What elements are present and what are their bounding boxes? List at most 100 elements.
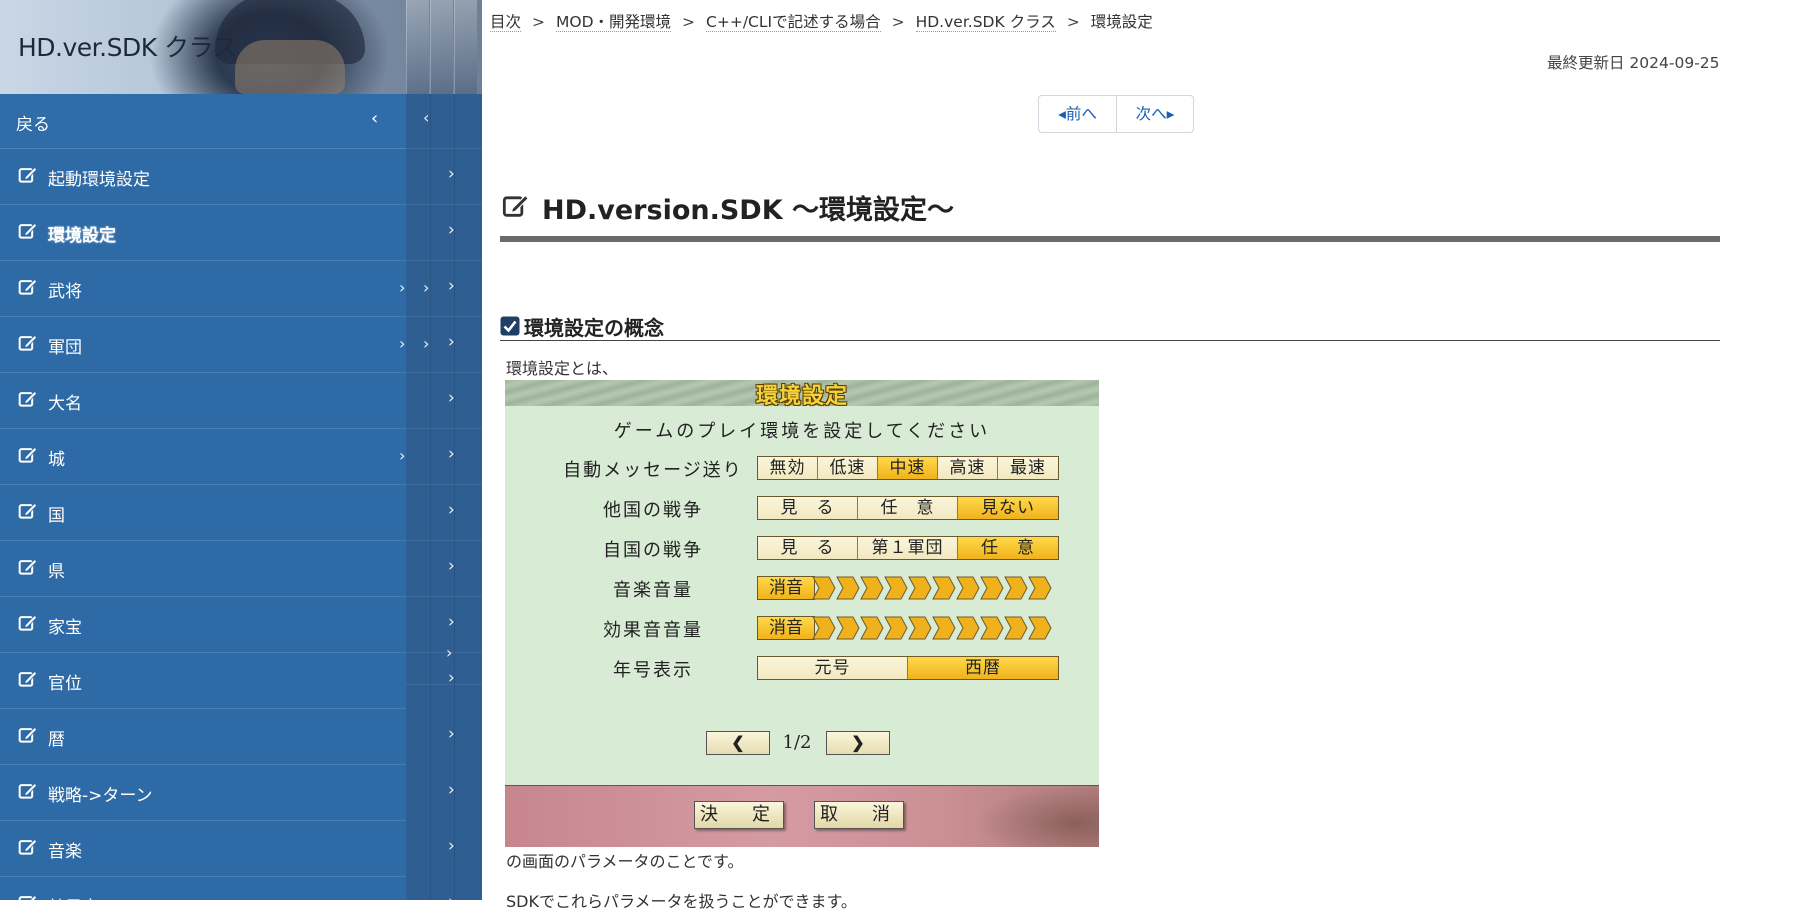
sidebar-item-label: 城 <box>48 450 65 470</box>
breadcrumb-link[interactable]: MOD・開発環境 <box>556 13 672 32</box>
page-title-block: HD.version.SDK ～環境設定～ <box>500 188 1720 242</box>
sidebar-item-label: 戦略->ターン <box>48 786 153 806</box>
sidebar-item-province[interactable]: 国 › <box>0 484 455 541</box>
auto-message-options: 無効 低速 中速 高速 最速 <box>757 456 1059 480</box>
sidebar-item-daimyo[interactable]: 大名 › <box>0 372 455 429</box>
sidebar-item-startup-settings[interactable]: 起動環境設定 › <box>0 148 455 205</box>
sidebar-item-label: 軍団 <box>48 338 82 358</box>
sidebar-back-button[interactable]: 戻る ‹ <box>0 94 406 149</box>
sidebar-item-prefecture[interactable]: 県 › <box>0 540 455 597</box>
sidebar-item-settings[interactable]: 環境設定 › <box>0 204 455 261</box>
dialog-option: 見 る <box>758 537 858 559</box>
dialog-option: 最速 <box>998 457 1058 479</box>
era-display-options: 元号 西暦 <box>757 656 1059 680</box>
chevron-right-icon: › <box>448 164 455 184</box>
volume-steps-graphic <box>812 576 1052 600</box>
breadcrumb-current: 環境設定 <box>1090 13 1153 31</box>
breadcrumb: 目次 > MOD・開発環境 > C++/CLIで記述する場合 > HD.ver.SDK クラ… <box>490 10 1153 32</box>
collapse-chevron-icon[interactable]: ‹ <box>423 108 429 127</box>
checkbox-checked-icon <box>500 316 520 336</box>
edit-icon <box>18 278 38 295</box>
dialog-cancel-button: 取 消 <box>814 801 904 829</box>
sidebar-item-strategy-turn[interactable]: 戦略->ターン › <box>0 764 455 821</box>
edit-icon <box>18 334 38 351</box>
dialog-titlebar: 環境設定 <box>505 380 1099 409</box>
volume-step <box>956 576 980 600</box>
sidebar-item-label: 環境設定 <box>48 226 116 246</box>
edit-icon <box>502 194 530 217</box>
dialog-option: 中速 <box>878 457 938 479</box>
dialog-option: 低速 <box>818 457 878 479</box>
sidebar-item-sound-effects[interactable]: 効果音 › <box>0 876 455 900</box>
next-page-button[interactable]: 次へ▸ <box>1117 96 1193 132</box>
chevron-right-icon: › <box>423 334 430 353</box>
volume-steps-graphic <box>812 616 1052 640</box>
prev-page-button[interactable]: ◂前へ <box>1039 96 1117 132</box>
dialog-option: 見ない <box>958 497 1058 519</box>
sidebar-item-gundan[interactable]: 軍団 › <box>0 316 455 373</box>
main-content: 目次 > MOD・開発環境 > C++/CLIで記述する場合 > HD.ver.SDK クラ… <box>482 0 1800 911</box>
edit-icon <box>18 782 38 799</box>
dialog-page-indicator: 1/2 <box>782 732 812 753</box>
volume-step <box>812 576 836 600</box>
edit-icon <box>18 502 38 519</box>
chevron-right-icon: › <box>448 444 455 464</box>
chevron-left-icon: ‹ <box>371 108 379 129</box>
sidebar-item-castle[interactable]: 城 › <box>0 428 455 485</box>
breadcrumb-link[interactable]: 目次 <box>490 13 522 32</box>
edit-icon <box>18 726 38 743</box>
edit-icon <box>18 614 38 631</box>
breadcrumb-link[interactable]: HD.ver.SDK クラス <box>915 13 1056 32</box>
dialog-prev-page-button: ❮ <box>706 731 770 755</box>
sidebar-item-rank[interactable]: 官位 › <box>0 652 455 709</box>
sidebar-item-label: 大名 <box>48 394 82 414</box>
breadcrumb-separator: > <box>891 13 905 31</box>
chevron-right-icon: › <box>448 332 455 352</box>
page-pager: ◂前へ 次へ▸ <box>1038 95 1194 133</box>
volume-step <box>884 576 908 600</box>
chevron-right-icon: › <box>448 780 455 800</box>
auto-message-label: 自動メッセージ送り <box>563 460 743 481</box>
own-war-label: 自国の戦争 <box>603 540 703 561</box>
edit-icon <box>18 390 38 407</box>
back-label: 戻る <box>16 115 50 135</box>
chevron-right-icon: › <box>448 724 455 744</box>
volume-step <box>1004 576 1028 600</box>
sidebar-item-calendar[interactable]: 暦 › <box>0 708 455 765</box>
samurai-face-art <box>235 40 345 94</box>
breadcrumb-separator: > <box>1066 13 1080 31</box>
dialog-option: 任 意 <box>858 497 958 519</box>
section-heading: 環境設定の概念 <box>524 316 664 340</box>
volume-step <box>836 616 860 640</box>
page-title: HD.version.SDK ～環境設定～ <box>542 195 955 226</box>
sidebar-item-label: 官位 <box>48 674 82 694</box>
volume-step <box>860 616 884 640</box>
edit-icon <box>18 670 38 687</box>
volume-step <box>860 576 884 600</box>
sidebar-collapsed-strip: ‹ ‹ › › › › › › <box>399 0 482 900</box>
volume-step <box>980 576 1004 600</box>
sidebar-item-music[interactable]: 音楽 › <box>0 820 455 877</box>
volume-step <box>980 616 1004 640</box>
sidebar-item-busho[interactable]: 武将 › <box>0 260 455 317</box>
dialog-footer: 決 定 取 消 <box>505 785 1099 847</box>
chevron-right-icon: › <box>448 556 455 576</box>
edit-icon <box>18 446 38 463</box>
next-page-label: 次へ <box>1135 105 1167 123</box>
volume-step <box>1028 616 1052 640</box>
chevron-right-icon: › <box>448 612 455 632</box>
volume-step <box>1004 616 1028 640</box>
breadcrumb-separator: > <box>682 13 696 31</box>
volume-step <box>908 576 932 600</box>
breadcrumb-link[interactable]: C++/CLIで記述する場合 <box>706 13 881 32</box>
sfx-volume-label: 効果音音量 <box>603 620 703 641</box>
sfx-volume-slider: 消音 <box>757 616 1057 640</box>
sidebar-item-label: 県 <box>48 562 65 582</box>
sidebar-item-treasure[interactable]: 家宝 › <box>0 596 455 653</box>
chevron-right-icon: › <box>446 643 453 662</box>
chevron-right-icon: › <box>448 500 455 520</box>
sidebar-item-label: 国 <box>48 506 65 526</box>
chevron-right-icon: › <box>448 836 455 856</box>
site-title[interactable]: HD.ver.SDK クラス <box>18 28 238 64</box>
volume-step <box>956 616 980 640</box>
